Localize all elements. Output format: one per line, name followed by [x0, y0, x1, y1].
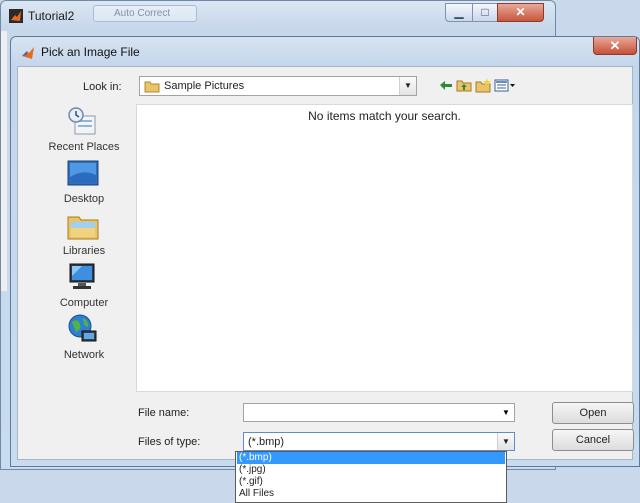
- file-name-input[interactable]: [243, 403, 515, 422]
- dialog-close-button[interactable]: ✕: [593, 37, 637, 55]
- matlab-logo-icon: [22, 47, 34, 59]
- look-in-combobox[interactable]: Sample Pictures ▼: [139, 76, 417, 96]
- files-of-type-label: Files of type:: [138, 436, 201, 448]
- place-computer[interactable]: Computer: [36, 261, 132, 313]
- empty-message: No items match your search.: [308, 109, 461, 123]
- file-name-label: File name:: [138, 407, 190, 419]
- look-in-dropdown-button[interactable]: ▼: [399, 77, 416, 95]
- back-icon[interactable]: [439, 78, 453, 93]
- place-label: Recent Places: [48, 141, 120, 153]
- network-icon: [68, 314, 97, 342]
- files-of-type-combobox[interactable]: (*.bmp) ▼: [243, 432, 515, 451]
- background-content-strip: [1, 31, 7, 291]
- dialog-title: Pick an Image File: [41, 45, 140, 59]
- up-folder-icon[interactable]: [456, 78, 472, 93]
- place-label: Network: [63, 349, 105, 361]
- pick-image-dialog: Pick an Image File ✕ Look in: Sample Pic…: [10, 36, 640, 467]
- background-window-title: Tutorial2: [28, 9, 75, 23]
- matlab-logo-icon: [9, 9, 23, 23]
- libraries-icon: [67, 216, 99, 240]
- background-close-button[interactable]: ✕: [497, 3, 544, 22]
- new-folder-icon[interactable]: [475, 78, 491, 93]
- type-option-all-files[interactable]: All Files: [237, 488, 505, 500]
- maximize-button[interactable]: □: [472, 3, 498, 22]
- desktop-icon: [67, 160, 99, 186]
- place-label: Libraries: [62, 245, 106, 257]
- place-desktop[interactable]: Desktop: [36, 157, 132, 209]
- file-list-pane[interactable]: No items match your search.: [136, 104, 633, 392]
- file-name-dropdown-button[interactable]: ▼: [498, 404, 514, 421]
- computer-icon: [69, 263, 95, 289]
- cancel-button[interactable]: Cancel: [552, 429, 634, 451]
- type-option-gif[interactable]: (*.gif): [237, 476, 505, 488]
- places-bar: Recent Places Desktop Libraries Computer…: [36, 105, 132, 431]
- files-of-type-dropdown-button[interactable]: ▼: [497, 433, 514, 450]
- type-option-jpg[interactable]: (*.jpg): [237, 464, 505, 476]
- recent-places-icon: [68, 107, 96, 135]
- type-option-bmp[interactable]: (*.bmp): [237, 452, 505, 464]
- place-label: Desktop: [63, 193, 105, 205]
- background-ghost-title: Auto Correct: [93, 5, 197, 22]
- view-menu-icon[interactable]: [494, 78, 516, 93]
- place-libraries[interactable]: Libraries: [36, 209, 132, 261]
- files-of-type-list: (*.bmp) (*.jpg) (*.gif) All Files: [235, 451, 507, 503]
- folder-icon: [144, 81, 160, 93]
- minimize-button[interactable]: ▁: [445, 3, 473, 22]
- look-in-label: Look in:: [83, 81, 122, 93]
- dialog-body: Look in: Sample Pictures ▼ Recent Places…: [17, 66, 634, 460]
- open-button[interactable]: Open: [552, 402, 634, 424]
- place-recent-places[interactable]: Recent Places: [36, 105, 132, 157]
- look-in-value: Sample Pictures: [164, 80, 245, 92]
- place-label: Computer: [59, 297, 109, 309]
- place-network[interactable]: Network: [36, 313, 132, 365]
- files-of-type-value: (*.bmp): [248, 436, 285, 448]
